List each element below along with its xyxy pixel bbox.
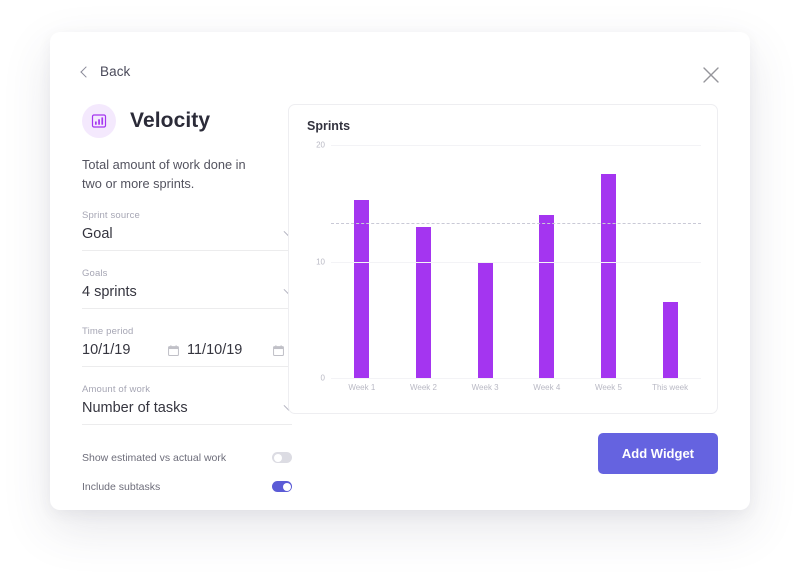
x-tick-label: Week 1 <box>348 383 376 392</box>
goals-label: Goals <box>82 268 108 280</box>
chart-bar[interactable] <box>539 214 555 378</box>
field-sprint-source: Sprint source Goal <box>82 210 294 252</box>
config-panel: Velocity Total amount of work done in tw… <box>82 104 294 505</box>
toggle-row-include-subtasks: Include subtasks <box>82 476 292 497</box>
add-widget-button[interactable]: Add Widget <box>597 433 718 474</box>
back-label: Back <box>100 64 131 79</box>
y-tick-label: 0 <box>320 373 325 383</box>
x-tick-label: Week 2 <box>409 383 437 392</box>
calendar-icon <box>168 344 179 356</box>
x-tick-label: Week 4 <box>533 383 561 392</box>
chart-bar[interactable] <box>415 226 431 378</box>
field-amount-of-work: Amount of work Number of tasks <box>82 384 294 426</box>
gridline <box>331 145 701 146</box>
toggle-label-include-subtasks: Include subtasks <box>82 480 161 493</box>
chart-bar[interactable] <box>662 302 678 378</box>
end-date-input[interactable]: 11/10/19 <box>187 342 292 358</box>
widget-config-modal: Back Velocity Total amount of work done … <box>50 32 750 510</box>
toggle-row-estimated-vs-actual: Show estimated vs actual work <box>82 447 292 468</box>
chart-bar[interactable] <box>477 261 493 378</box>
gridline <box>331 261 701 263</box>
y-tick-label: 10 <box>316 257 325 266</box>
toggle-group: Show estimated vs actual work Include su… <box>82 447 292 497</box>
time-period-label: Time period <box>82 326 134 338</box>
chart-preview-card: Sprints 0 10 20 Week 1 Week 2 Week 3 Week 4 We… <box>288 104 718 414</box>
sprint-source-label: Sprint source <box>82 210 140 222</box>
chart-bar[interactable] <box>354 199 370 378</box>
chart-title: Sprints <box>307 119 351 133</box>
toggle-estimated-vs-actual[interactable] <box>272 452 292 464</box>
toggle-label-estimated-vs-actual: Show estimated vs actual work <box>82 451 227 464</box>
screen: Back Velocity Total amount of work done … <box>0 0 800 573</box>
field-goals: Goals 4 sprints <box>82 268 294 310</box>
bar-chart-icon <box>82 104 116 138</box>
goals-select[interactable]: 4 sprints <box>82 284 294 310</box>
start-date-input[interactable]: 10/1/19 <box>82 342 187 358</box>
x-tick-label: Week 5 <box>594 383 622 392</box>
goals-value: 4 sprints <box>82 284 137 301</box>
chart-grid <box>331 145 701 379</box>
amount-of-work-value: Number of tasks <box>82 400 188 417</box>
sprint-source-select[interactable]: Goal <box>82 226 294 252</box>
x-tick-label: Week 3 <box>471 383 499 392</box>
x-axis-labels: Week 1 Week 2 Week 3 Week 4 Week 5 This week <box>331 383 701 392</box>
calendar-icon <box>273 344 284 356</box>
gridline <box>331 378 701 379</box>
close-icon <box>703 67 719 83</box>
y-axis-labels: 0 10 20 <box>307 141 329 383</box>
y-tick-label: 20 <box>316 140 325 150</box>
chevron-left-icon <box>80 65 92 78</box>
average-line <box>331 223 701 225</box>
chart-bar[interactable] <box>600 174 616 378</box>
field-time-period: Time period 10/1/19 11/10/19 <box>82 326 292 368</box>
page-title: Velocity <box>130 109 211 132</box>
widget-header: Velocity <box>82 104 292 138</box>
close-button[interactable] <box>700 64 722 86</box>
amount-of-work-label: Amount of work <box>82 384 151 396</box>
amount-of-work-select[interactable]: Number of tasks <box>82 400 294 426</box>
toggle-include-subtasks[interactable] <box>272 481 292 493</box>
start-date-value: 10/1/19 <box>82 342 131 359</box>
time-period-inputs: 10/1/19 11/10/19 <box>82 342 292 368</box>
toggle-knob <box>273 453 282 462</box>
toggle-knob <box>282 482 291 491</box>
sprint-source-value: Goal <box>82 226 113 243</box>
back-button[interactable]: Back <box>80 64 131 79</box>
x-tick-label: This week <box>652 383 689 392</box>
end-date-value: 11/10/19 <box>187 342 243 359</box>
chart-plot: 0 10 20 Week 1 Week 2 Week 3 Week 4 Week 5 This… <box>307 141 701 395</box>
widget-description: Total amount of work done in two or more… <box>82 157 246 191</box>
